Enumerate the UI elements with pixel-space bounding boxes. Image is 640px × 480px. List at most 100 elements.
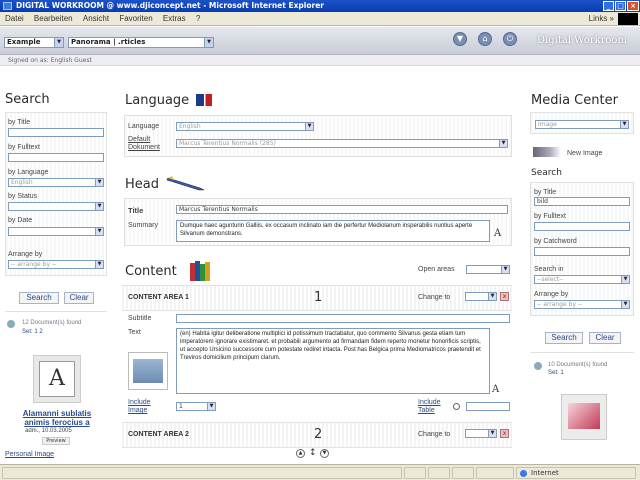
text-field[interactable]: (en) Habita igitur deliberatione multipl… [176, 328, 490, 394]
chevron-down-icon: ▼ [488, 293, 496, 300]
chevron-down-icon: ▼ [54, 38, 63, 47]
document-thumbnail[interactable]: A [33, 355, 81, 403]
home-icon[interactable]: ⌂ [478, 32, 492, 46]
change-to-select-2[interactable]: ▼ [465, 429, 497, 438]
include-image-select[interactable]: 1 ▼ [176, 402, 216, 411]
close-button[interactable]: × [627, 1, 639, 11]
title-input[interactable] [8, 128, 104, 137]
content-area-2-title: CONTENT AREA 2 [128, 431, 189, 438]
arrange-by-label: Arrange by [8, 251, 43, 258]
text-label: Text [128, 329, 141, 336]
include-table-label[interactable]: Include Table [418, 399, 441, 415]
menu-datei[interactable]: Datei [5, 14, 24, 23]
head-heading: Head [125, 177, 159, 192]
chevron-down-icon: ▼ [620, 121, 628, 128]
media-type-select[interactable]: Image ▼ [535, 120, 629, 129]
document-title-link[interactable]: Alamanni sublatis animis ferocius a [17, 409, 97, 427]
fulltext-input[interactable] [8, 153, 104, 162]
minimize-button[interactable]: _ [603, 1, 614, 11]
status-seg [452, 467, 474, 479]
links-toolbar[interactable]: Links » [589, 12, 614, 26]
content-area-1-number: 1 [314, 290, 323, 305]
title-field[interactable]: Marcus Terentius Normalis [176, 205, 508, 214]
signed-on-text: Signed on as: English Guest [0, 55, 640, 66]
divider [530, 352, 634, 353]
status-seg [428, 467, 450, 479]
language-dropdown[interactable]: English ▼ [8, 178, 104, 187]
area-image-thumbnail[interactable] [128, 352, 168, 390]
app-header: Example ▼ Panorama | .rticles ▼ ▼ ⌂ ⏻ Digi… [0, 27, 640, 55]
menu-bearbeiten[interactable]: Bearbeiten [34, 14, 73, 23]
media-catchword-input[interactable] [534, 247, 630, 256]
remove-area-1-button[interactable]: x [500, 292, 509, 301]
chevron-down-icon: ▼ [488, 430, 496, 437]
include-table-radio[interactable] [453, 403, 460, 410]
clear-button[interactable]: Clear [64, 292, 94, 304]
spellcheck-icon[interactable]: A [494, 228, 501, 239]
remove-area-2-button[interactable]: x [500, 429, 509, 438]
media-arrange-select[interactable]: -- arrange by -- ▼ [534, 300, 630, 309]
chevron-down-icon: ▼ [95, 261, 103, 268]
by-title-label: by Title [8, 119, 31, 126]
summary-field[interactable]: Dumque haec agunturin Galliis, ex occasu… [176, 220, 490, 242]
subtitle-label: Subtitle [128, 315, 152, 322]
media-result-set-pager[interactable]: Set: 1 [548, 370, 564, 376]
by-date-label: by Date [8, 217, 33, 224]
summary-label: Summary [128, 222, 158, 229]
power-icon[interactable]: ⏻ [503, 32, 517, 46]
date-dropdown[interactable]: ▼ [8, 227, 104, 236]
status-bar: Internet [0, 464, 640, 480]
language-select[interactable]: Example ▼ [4, 37, 64, 48]
chevron-down-icon: ▼ [207, 403, 215, 410]
new-image-link[interactable]: New Image [567, 150, 602, 157]
include-table-input[interactable] [466, 402, 510, 411]
media-fulltext-input[interactable] [534, 222, 630, 231]
open-areas-select[interactable]: ▼ [466, 265, 510, 274]
menu-bar: Datei Bearbeiten Ansicht Favoriten Extra… [0, 12, 640, 26]
by-status-label: by Status [8, 193, 38, 200]
window-titlebar[interactable]: DIGITAL WORKROOM @ www.djiconcept.net - … [0, 0, 640, 12]
status-dropdown[interactable]: ▼ [8, 202, 104, 211]
flags-icon [196, 94, 212, 106]
menu-extras[interactable]: Extras [163, 14, 186, 23]
scroll-up-icon[interactable]: ▲ [296, 449, 305, 458]
maximize-button[interactable]: □ [615, 1, 626, 11]
personal-image-link[interactable]: Personal Image [5, 451, 54, 458]
preview-button[interactable]: Preview [42, 437, 70, 445]
language-select-main[interactable]: English ▼ [176, 122, 314, 131]
chevron-down-icon: ▼ [621, 301, 629, 308]
media-clear-button[interactable]: Clear [589, 332, 621, 344]
spellcheck-icon[interactable]: A [492, 384, 499, 395]
menu-help[interactable]: ? [196, 14, 200, 23]
include-image-label[interactable]: Include Image [128, 399, 151, 415]
media-title-input[interactable]: bild [534, 197, 630, 206]
menu-ansicht[interactable]: Ansicht [83, 14, 109, 23]
media-image-thumbnail[interactable] [561, 394, 607, 440]
default-document-label[interactable]: Default Dokument [128, 136, 160, 152]
menu-favoriten[interactable]: Favoriten [119, 14, 152, 23]
content-heading: Content [125, 264, 177, 279]
media-arrange-by-label: Arrange by [534, 291, 569, 298]
search-button[interactable]: Search [19, 292, 59, 304]
default-document-select[interactable]: Marcus Terentius Normalis (285) ▼ [176, 139, 508, 148]
zone-indicator: Internet [516, 467, 636, 479]
media-search-heading: Search [531, 168, 562, 178]
documents-icon [7, 320, 15, 328]
result-set-pager[interactable]: Set: 1 2 [22, 329, 43, 335]
title-label: Title [128, 206, 144, 215]
section-select[interactable]: Panorama | .rticles ▼ [68, 37, 214, 48]
media-search-button[interactable]: Search [545, 332, 583, 344]
pen-icon [166, 174, 206, 192]
change-to-select-1[interactable]: ▼ [465, 292, 497, 301]
download-icon[interactable]: ▼ [453, 32, 467, 46]
subtitle-field[interactable] [176, 314, 510, 323]
arrange-dropdown[interactable]: -- arrange by -- ▼ [8, 260, 104, 269]
status-seg [404, 467, 426, 479]
divider [5, 311, 107, 312]
media-search-in-select[interactable]: --select-- ▼ [534, 275, 630, 284]
resize-handle-icon[interactable]: ↕ [309, 448, 317, 458]
chevron-down-icon: ▼ [95, 228, 103, 235]
scroll-down-icon[interactable]: ▼ [320, 449, 329, 458]
new-image-icon[interactable] [533, 147, 561, 157]
globe-icon [520, 470, 527, 477]
